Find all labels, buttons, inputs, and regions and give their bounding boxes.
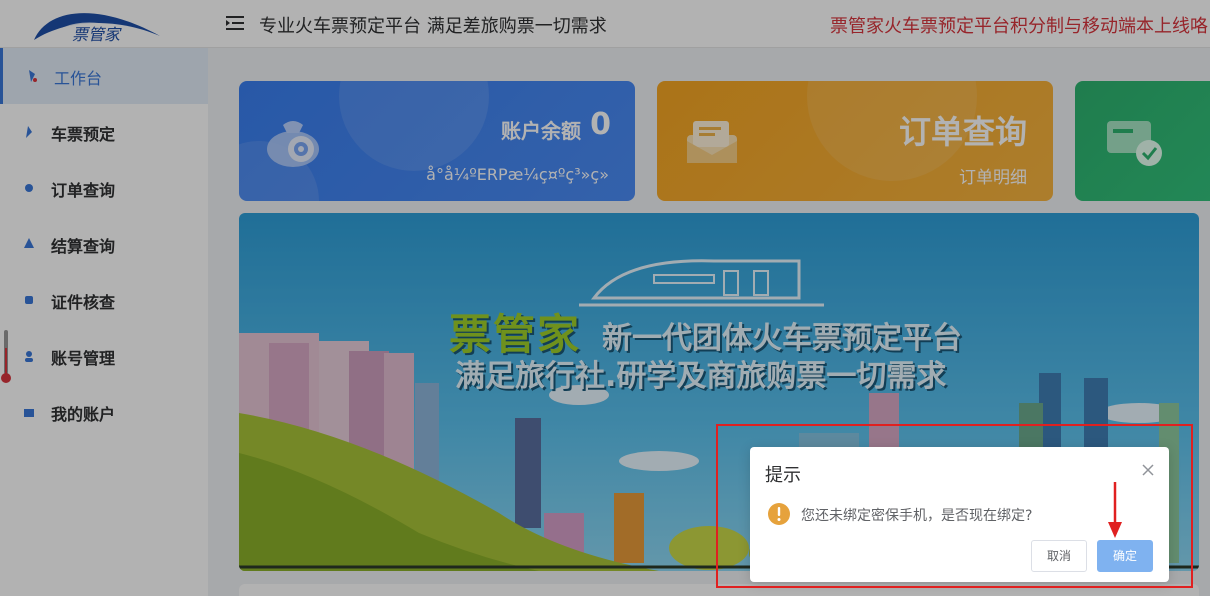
annotation-arrow-icon xyxy=(1108,482,1122,538)
